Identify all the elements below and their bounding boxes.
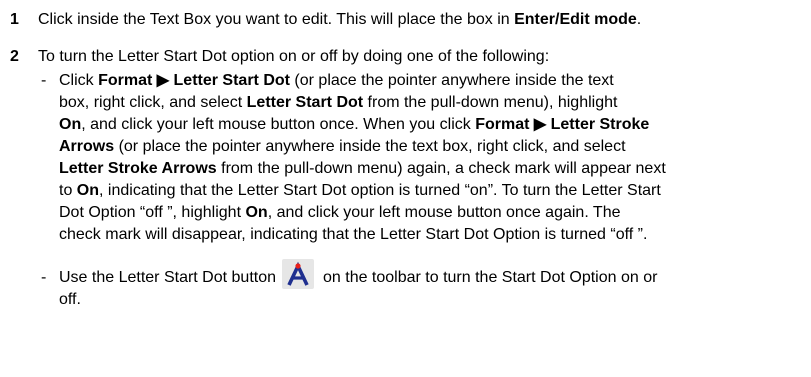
bullet-2-line-1a: Use the Letter Start Dot button — [59, 269, 277, 286]
bullet-1-line-2: box, right click, and select Letter Star… — [59, 94, 618, 111]
bullet-1-line-7: Dot Option “off ”, highlight On, and cli… — [59, 204, 621, 221]
instruction-page: 1 Click inside the Text Box you want to … — [0, 0, 811, 377]
bullet-1-line-5: Letter Stroke Arrows from the pull-down … — [59, 160, 666, 177]
bullet-1-line-6: to On, indicating that the Letter Start … — [59, 182, 661, 199]
bullet-1-line-1: Click Format ▶ Letter Start Dot (or plac… — [59, 72, 614, 89]
letter-start-dot-icon — [287, 261, 309, 286]
bullet-2-line-2: off. — [59, 291, 81, 308]
bold-term: Enter/Edit mode — [514, 11, 637, 28]
step-1-text: Click inside the Text Box you want to ed… — [38, 11, 642, 28]
letter-start-dot-button — [282, 259, 314, 289]
bullet-1-line-4: Arrows (or place the pointer anywhere in… — [59, 138, 626, 155]
step-2-intro: To turn the Letter Start Dot option on o… — [38, 48, 550, 65]
bullet-dash: - — [41, 269, 47, 286]
step-number: 2 — [10, 48, 19, 65]
bullet-2-line-1b: on the toolbar to turn the Start Dot Opt… — [323, 269, 658, 286]
step-number: 1 — [10, 11, 19, 28]
bullet-1-line-3: On, and click your left mouse button onc… — [59, 116, 650, 133]
bullet-1-line-8: check mark will disappear, indicating th… — [59, 226, 648, 243]
bullet-dash: - — [41, 72, 47, 89]
